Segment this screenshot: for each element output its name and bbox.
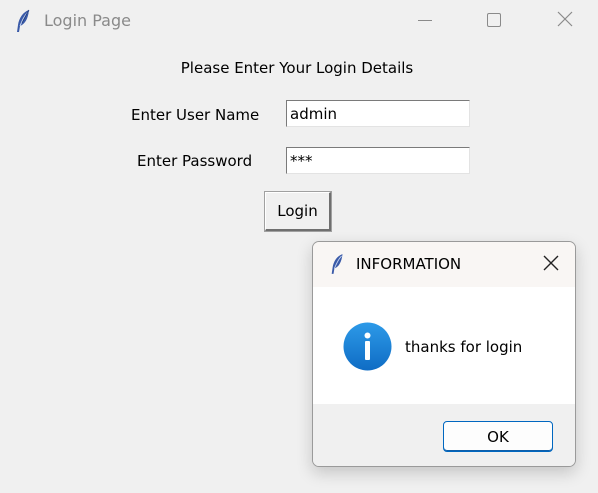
- username-input[interactable]: [286, 100, 470, 127]
- form-heading: Please Enter Your Login Details: [180, 59, 414, 77]
- password-label: Enter Password: [137, 152, 253, 170]
- password-input[interactable]: [286, 147, 470, 174]
- login-button[interactable]: Login: [265, 192, 331, 231]
- dialog-body: thanks for login: [313, 287, 575, 404]
- dialog-close-button[interactable]: [535, 250, 567, 280]
- ok-button[interactable]: OK: [443, 421, 553, 452]
- dialog-titlebar[interactable]: INFORMATION: [313, 242, 575, 287]
- close-icon: [557, 11, 573, 31]
- close-button[interactable]: [542, 0, 588, 42]
- maximize-icon: [487, 12, 501, 31]
- dialog-message: thanks for login: [405, 338, 523, 356]
- information-dialog: INFORMATION thanks for login OK: [312, 241, 576, 467]
- info-icon: [343, 322, 392, 371]
- feather-icon: [14, 9, 34, 33]
- maximize-button[interactable]: [471, 0, 517, 42]
- username-label: Enter User Name: [131, 106, 260, 124]
- feather-icon: [329, 252, 347, 276]
- minimize-icon: [418, 12, 432, 31]
- close-icon: [543, 255, 559, 275]
- window-title: Login Page: [44, 11, 131, 30]
- window-titlebar[interactable]: Login Page: [0, 0, 598, 42]
- login-window: Login Page Please Enter Your Login Detai…: [0, 0, 598, 493]
- dialog-footer: OK: [313, 404, 575, 466]
- dialog-title: INFORMATION: [356, 255, 462, 273]
- minimize-button[interactable]: [402, 0, 448, 42]
